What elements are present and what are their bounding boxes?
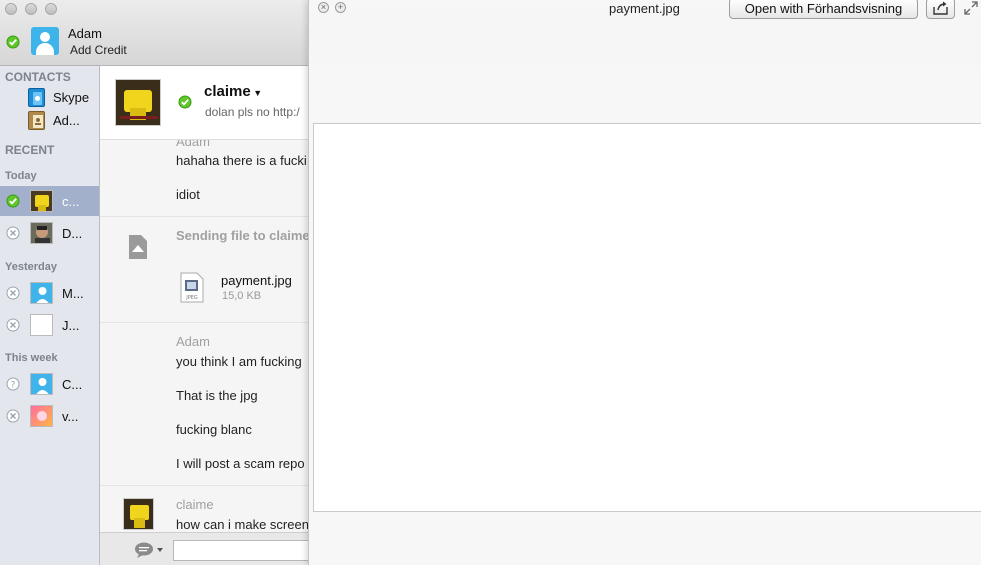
close-window-button[interactable] bbox=[5, 3, 17, 15]
sidebar: CONTACTS Skype Ad... RECENT Today c... D… bbox=[0, 66, 100, 565]
profile-avatar[interactable] bbox=[31, 27, 59, 55]
message-text: hahaha there is a fucki bbox=[176, 153, 307, 168]
recent-item[interactable]: v... bbox=[0, 401, 99, 431]
message-group: claime how can i make screen bbox=[100, 486, 315, 532]
contact-avatar bbox=[30, 314, 53, 336]
offline-status-icon bbox=[6, 226, 20, 243]
file-transfer-group: Sending file to claime JPEG payment.jpg … bbox=[100, 217, 315, 323]
expand-icon[interactable] bbox=[964, 1, 978, 18]
this-week-heading: This week bbox=[5, 352, 58, 364]
message-text: you think I am fucking bbox=[176, 354, 302, 369]
share-button[interactable] bbox=[926, 0, 955, 19]
chat-header: claime ▼ dolan pls no http:/ bbox=[100, 66, 315, 140]
zoom-window-button[interactable] bbox=[45, 3, 57, 15]
chat-contact-name[interactable]: claime ▼ bbox=[204, 83, 262, 100]
image-preview bbox=[313, 123, 981, 512]
recent-item[interactable]: c... bbox=[0, 186, 99, 216]
contact-avatar bbox=[30, 405, 53, 427]
recent-item[interactable]: M... bbox=[0, 278, 99, 308]
recent-item[interactable]: D... bbox=[0, 218, 99, 248]
message-sender: Adam bbox=[176, 140, 210, 149]
message-group: Adam you think I am fucking That is the … bbox=[100, 323, 315, 486]
minimize-window-button[interactable] bbox=[25, 3, 37, 15]
online-status-icon bbox=[6, 194, 20, 211]
share-icon bbox=[932, 1, 950, 18]
message-list[interactable]: Adam hahaha there is a fucki idiot Sendi… bbox=[100, 140, 315, 532]
svg-text:?: ? bbox=[11, 381, 16, 391]
file-transfer-icon bbox=[128, 234, 148, 263]
chat-contact-picture[interactable] bbox=[115, 79, 161, 126]
chevron-down-icon: ▼ bbox=[250, 88, 263, 98]
message-input-bar bbox=[100, 532, 315, 565]
offline-status-icon bbox=[6, 286, 20, 303]
emoticon-menu-icon[interactable] bbox=[134, 542, 164, 561]
sidebar-item-label: Ad... bbox=[53, 113, 80, 128]
recent-heading: RECENT bbox=[5, 143, 55, 157]
svg-text:JPEG: JPEG bbox=[185, 295, 198, 301]
contact-avatar bbox=[30, 222, 53, 244]
online-status-icon bbox=[178, 95, 192, 112]
recent-item-label: D... bbox=[62, 226, 83, 241]
recent-item-label: M... bbox=[62, 286, 84, 301]
recent-item-label: v... bbox=[62, 409, 79, 424]
close-icon[interactable]: × bbox=[318, 2, 329, 13]
recent-item-label: C... bbox=[62, 377, 83, 392]
open-with-preview-button[interactable]: Open with Förhandsvisning bbox=[729, 0, 918, 19]
address-book-icon bbox=[28, 111, 45, 130]
today-heading: Today bbox=[5, 170, 37, 182]
add-credit-link[interactable]: Add Credit bbox=[70, 43, 127, 57]
file-name[interactable]: payment.jpg bbox=[221, 273, 292, 288]
chat-contact-name-text: claime bbox=[204, 83, 251, 100]
default-avatar-icon bbox=[30, 282, 53, 304]
fullscreen-plus-icon[interactable]: + bbox=[335, 2, 346, 13]
recent-item[interactable]: ? C... bbox=[0, 369, 99, 399]
recent-item-label: J... bbox=[62, 318, 80, 333]
message-text: how can i make screen bbox=[176, 517, 309, 532]
online-status-icon[interactable] bbox=[6, 35, 20, 52]
message-group: Adam hahaha there is a fucki idiot bbox=[100, 140, 315, 217]
sender-avatar bbox=[123, 498, 154, 530]
unknown-status-icon: ? bbox=[6, 377, 20, 394]
quick-look-window: × + payment.jpg Open with Förhandsvisnin… bbox=[308, 0, 981, 565]
yesterday-heading: Yesterday bbox=[5, 261, 57, 273]
offline-status-icon bbox=[6, 318, 20, 335]
message-sender: claime bbox=[176, 497, 214, 512]
jpeg-file-icon[interactable]: JPEG bbox=[180, 272, 204, 306]
sidebar-item-label: Skype bbox=[53, 90, 90, 105]
contact-avatar bbox=[30, 190, 53, 212]
default-avatar-icon bbox=[30, 373, 53, 395]
contacts-heading: CONTACTS bbox=[5, 70, 71, 84]
message-text: I will post a scam repo bbox=[176, 456, 305, 471]
file-size: 15,0 KB bbox=[222, 290, 262, 302]
quick-look-title: payment.jpg bbox=[609, 1, 680, 16]
chat-mood-message: dolan pls no http:/ bbox=[205, 105, 300, 119]
message-text: idiot bbox=[176, 187, 200, 202]
file-transfer-status: Sending file to claime bbox=[176, 228, 310, 243]
message-text: That is the jpg bbox=[176, 388, 258, 403]
message-text: fucking blanc bbox=[176, 422, 252, 437]
message-sender: Adam bbox=[176, 334, 210, 349]
recent-item[interactable]: J... bbox=[0, 310, 99, 340]
profile-name[interactable]: Adam bbox=[68, 26, 102, 41]
skype-directory-icon bbox=[28, 88, 45, 107]
message-input[interactable] bbox=[173, 540, 315, 561]
offline-status-icon bbox=[6, 409, 20, 426]
recent-item-label: c... bbox=[62, 194, 80, 209]
